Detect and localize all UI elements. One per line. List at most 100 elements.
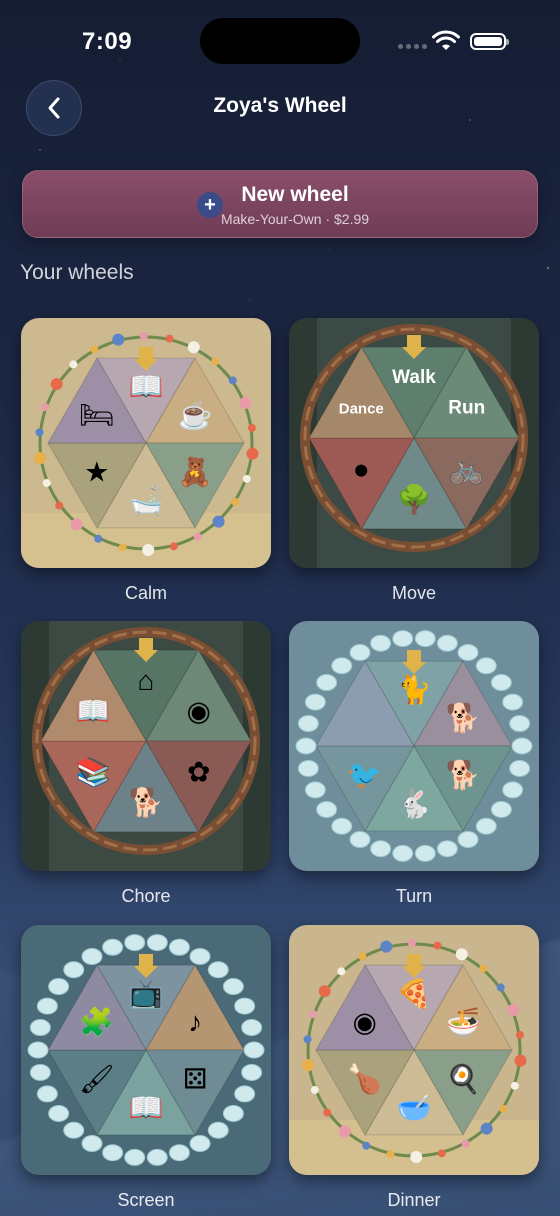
flower	[358, 952, 367, 961]
flower	[303, 1035, 312, 1044]
flower	[90, 345, 99, 354]
book-icon: 📖	[129, 371, 164, 402]
flower	[318, 985, 331, 998]
flower	[69, 360, 78, 369]
new-wheel-button[interactable]: + New wheel Make-Your-Own · $2.99	[22, 170, 538, 238]
flower	[338, 1125, 351, 1138]
flower	[515, 1030, 524, 1039]
segment-label: Walk	[392, 367, 436, 388]
status-time: 7:09	[82, 28, 133, 55]
flower	[193, 532, 202, 541]
stone	[511, 737, 533, 755]
dynamic-island	[200, 18, 360, 64]
book-icon: 📖	[76, 696, 111, 727]
flower	[42, 479, 51, 488]
wheel-card-turn[interactable]: 🐈 🐕 🐕 🐇 🐦	[289, 621, 539, 871]
stone	[414, 844, 436, 862]
flower	[212, 515, 225, 528]
flower	[480, 1122, 493, 1135]
dog-icon: 🐕	[129, 786, 164, 819]
stone	[316, 800, 338, 818]
flower	[211, 357, 220, 366]
stone	[457, 643, 479, 661]
stone	[436, 840, 458, 858]
wheel-name: Calm	[124, 583, 167, 603]
teddy-bear-icon: 🧸	[178, 455, 213, 488]
stone	[36, 1085, 58, 1103]
wheel-card-chore[interactable]: ⌂ ◉ ✿ 🐕 📚 📖	[21, 621, 271, 871]
wheel-name: Dinner	[387, 1190, 441, 1210]
bathtub-icon: 🛁	[129, 484, 164, 517]
flower	[510, 1081, 519, 1090]
stone	[502, 781, 524, 799]
dog-icon: 🐕	[446, 702, 481, 735]
flower	[187, 341, 200, 354]
stone	[509, 715, 531, 733]
stone	[189, 1135, 211, 1153]
stone	[509, 759, 531, 777]
wheel-name: Move	[391, 583, 436, 603]
stone	[48, 1104, 70, 1122]
flower	[246, 447, 259, 460]
dog-icon: 🐕	[446, 758, 481, 791]
stone	[297, 715, 319, 733]
flower	[380, 940, 393, 953]
pizza-icon: 🍕	[397, 977, 432, 1010]
stone	[36, 997, 58, 1015]
stone	[331, 817, 353, 835]
battery-icon	[470, 33, 509, 50]
wheel-card-move[interactable]: Walk Run 🚲 🌳 ● Dance	[289, 318, 539, 568]
house-icon: ⌂	[138, 665, 155, 696]
plate-icon: ◉	[353, 1007, 377, 1038]
flower	[323, 1108, 332, 1117]
wheel-card-screen[interactable]: 📺 ♪ ⚄ 📖 🖌 🧩	[21, 925, 271, 1175]
star-icon: ★	[84, 456, 109, 487]
flower	[433, 941, 442, 950]
wheel-graphic: 📖 ☕ 🧸 🛁 ★ 🛏	[21, 318, 271, 568]
stone	[168, 1144, 190, 1162]
plate-icon: ◉	[187, 696, 211, 727]
rabbit-icon: 🐇	[397, 787, 432, 820]
flower	[302, 1059, 315, 1072]
stone	[222, 1104, 244, 1122]
stone	[81, 1135, 103, 1153]
wheel-name: Turn	[395, 886, 433, 906]
stone	[241, 1019, 263, 1037]
stone	[189, 947, 211, 965]
bed-icon: 🛏	[79, 400, 115, 431]
flower	[112, 333, 125, 346]
flower	[461, 1139, 470, 1148]
new-wheel-title: New wheel	[241, 183, 349, 206]
stone	[241, 1063, 263, 1081]
stone	[331, 657, 353, 675]
stone	[207, 1121, 229, 1139]
flower	[165, 334, 174, 343]
wifi-icon	[432, 30, 460, 50]
stone	[234, 997, 256, 1015]
wheel-card-dinner[interactable]: 🍕 🍜 🍳 🥣 🍗 ◉	[289, 925, 539, 1175]
wheel-graphic: ⌂ ◉ ✿ 🐕 📚 📖	[21, 621, 271, 871]
flower	[437, 1149, 446, 1158]
soup-icon: 🥣	[397, 1092, 432, 1123]
bird-icon: 🐦	[347, 759, 382, 790]
ball-icon: ●	[353, 453, 370, 484]
page-title: Zoya's Wheel	[213, 94, 347, 117]
wheel-card-calm[interactable]: 📖 ☕ 🧸 🛁 ★ 🛏	[21, 318, 271, 568]
stone	[392, 630, 414, 648]
stone	[436, 634, 458, 652]
flower	[362, 1141, 371, 1150]
flower	[142, 543, 155, 556]
stone	[370, 840, 392, 858]
stone	[168, 938, 190, 956]
wheel-graphic: 🍕 🍜 🍳 🥣 🍗 ◉	[289, 925, 539, 1175]
stone	[295, 737, 317, 755]
flower	[239, 396, 252, 409]
flower	[507, 1003, 520, 1016]
flower	[309, 1010, 318, 1019]
stone	[457, 831, 479, 849]
flower	[169, 542, 178, 551]
flower	[337, 967, 346, 976]
tree-icon: 🌳	[397, 482, 432, 516]
stone	[392, 844, 414, 862]
stone	[222, 978, 244, 996]
